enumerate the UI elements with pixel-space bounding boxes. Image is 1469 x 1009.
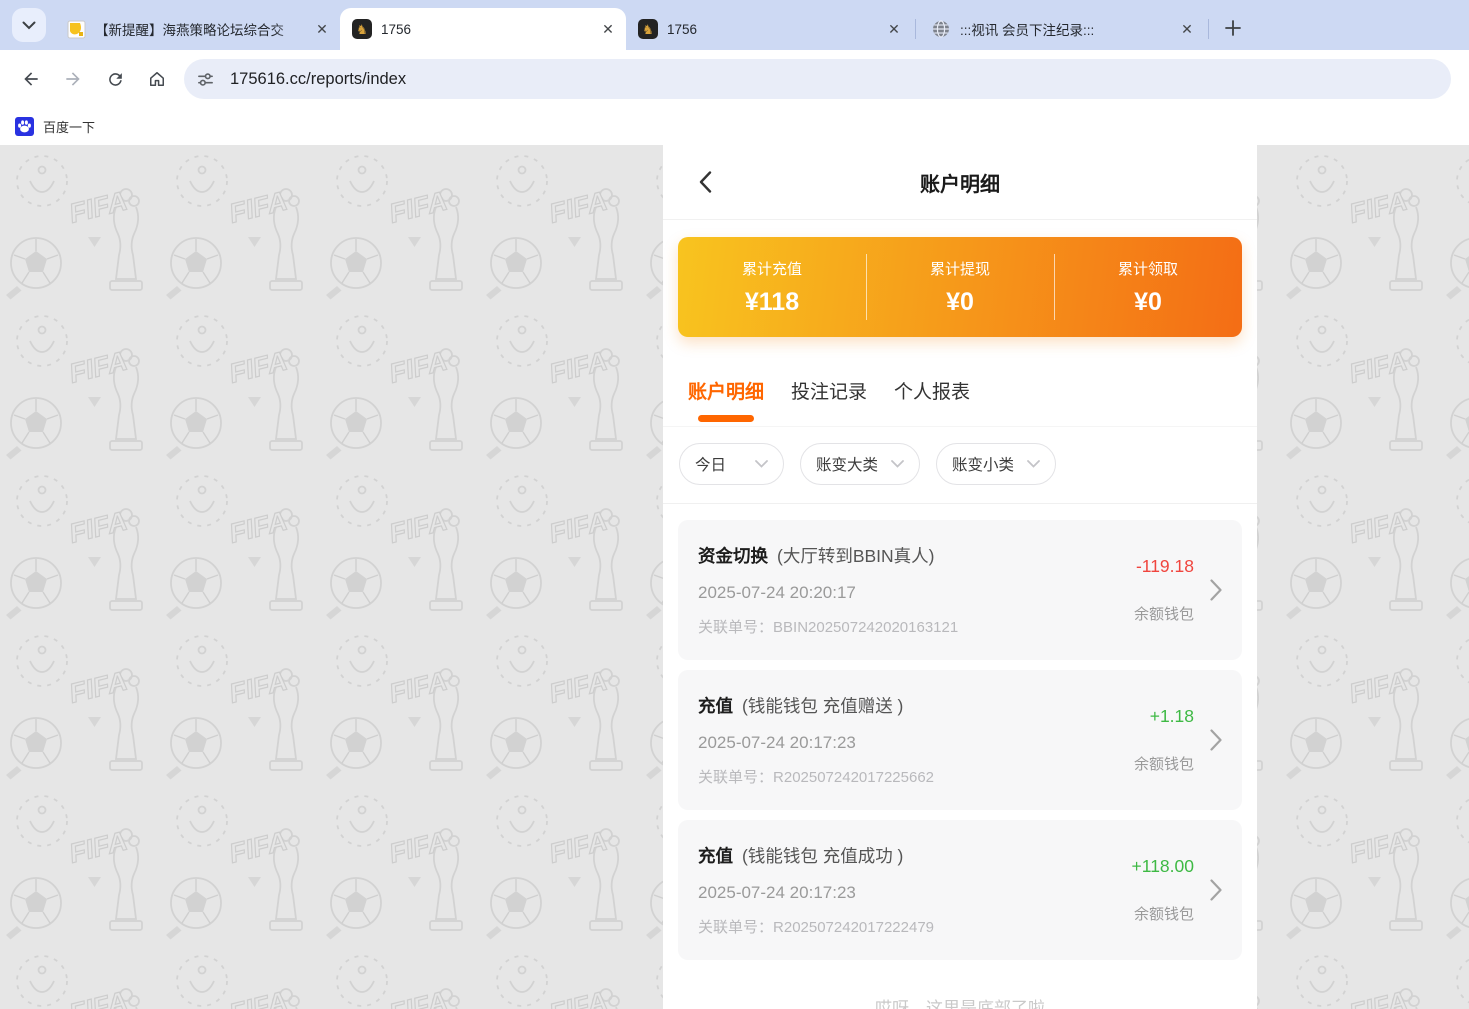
chevron-down-icon xyxy=(22,21,36,30)
browser-tab-4[interactable]: :::视讯 会员下注纪录::: ✕ xyxy=(919,8,1205,50)
forward-button[interactable] xyxy=(52,58,94,100)
page-back-button[interactable] xyxy=(691,145,720,219)
transaction-order-no: 关联单号：R202507242017225662 xyxy=(698,766,1134,787)
browser-tab-2-active[interactable]: ♞ 1756 ✕ xyxy=(340,8,626,50)
browser-tab-strip: 【新提醒】海燕策略论坛综合交 ✕ ♞ 1756 ✕ ♞ 1756 ✕ :::视讯… xyxy=(0,0,1469,50)
chevron-left-icon xyxy=(699,171,712,193)
transaction-amount: +118.00 xyxy=(1132,856,1194,877)
tab-title: 1756 xyxy=(381,22,589,37)
baidu-paw-icon xyxy=(14,117,34,137)
transaction-title: 充值(钱能钱包 充值成功 ) xyxy=(698,843,1132,868)
tab-close-icon[interactable]: ✕ xyxy=(598,19,618,39)
list-end-message: 哎呀，这里是底部了啦 xyxy=(678,970,1242,1009)
transaction-time: 2025-07-24 20:17:23 xyxy=(698,733,1134,753)
transaction-order-no: 关联单号：R202507242017222479 xyxy=(698,916,1132,937)
tab-search-button[interactable] xyxy=(12,8,46,42)
tab-title: 1756 xyxy=(667,22,875,37)
home-icon xyxy=(147,69,167,89)
transaction-amount: +1.18 xyxy=(1150,706,1194,727)
section-tabs: 账户明细 投注记录 个人报表 xyxy=(663,337,1257,427)
filter-minor-category-dropdown[interactable]: 账变小类 xyxy=(936,443,1056,485)
active-tab-underline xyxy=(698,415,754,422)
chevron-right-icon xyxy=(1210,729,1222,751)
mail-yellow-icon xyxy=(66,19,86,39)
summary-total-deposit: 累计充值 ¥118 xyxy=(678,237,866,337)
transaction-amount: -119.18 xyxy=(1136,556,1194,577)
filter-row: 今日 账变大类 账变小类 xyxy=(663,427,1257,504)
summary-divider xyxy=(1054,254,1055,320)
tab-close-icon[interactable]: ✕ xyxy=(1177,19,1197,39)
wallet-label: 余额钱包 xyxy=(1134,603,1194,624)
svg-text:♞: ♞ xyxy=(356,22,368,37)
tab-separator xyxy=(915,19,916,39)
home-button[interactable] xyxy=(136,58,178,100)
forward-arrow-icon xyxy=(63,69,83,89)
tab-title: 【新提醒】海燕策略论坛综合交 xyxy=(95,19,303,39)
chevron-down-icon xyxy=(891,460,904,468)
summary-divider xyxy=(866,254,867,320)
summary-total-withdraw: 累计提现 ¥0 xyxy=(866,237,1054,337)
summary-card: 累计充值 ¥118 累计提现 ¥0 累计领取 ¥0 xyxy=(678,237,1242,337)
transaction-order-no: 关联单号：BBIN202507242020163121 xyxy=(698,616,1134,637)
transaction-title: 资金切换(大厅转到BBIN真人) xyxy=(698,543,1134,568)
wallet-label: 余额钱包 xyxy=(1134,753,1194,774)
reload-icon xyxy=(106,70,125,89)
chevron-right-icon xyxy=(1210,579,1222,601)
transaction-row[interactable]: 资金切换(大厅转到BBIN真人) 2025-07-24 20:20:17 关联单… xyxy=(678,520,1242,660)
bookmark-baidu[interactable]: 百度一下 xyxy=(43,117,95,136)
globe-icon xyxy=(931,19,951,39)
tab-close-icon[interactable]: ✕ xyxy=(312,19,332,39)
gold-emblem-icon: ♞ xyxy=(638,19,658,39)
bookmarks-bar: 百度一下 xyxy=(0,108,1469,145)
filter-major-category-dropdown[interactable]: 账变大类 xyxy=(800,443,920,485)
summary-total-claimed: 累计领取 ¥0 xyxy=(1054,237,1242,337)
back-arrow-icon xyxy=(21,69,41,89)
transaction-row[interactable]: 充值(钱能钱包 充值成功 ) 2025-07-24 20:17:23 关联单号：… xyxy=(678,820,1242,960)
browser-tab-1[interactable]: 【新提醒】海燕策略论坛综合交 ✕ xyxy=(54,8,340,50)
panel-header: 账户明细 xyxy=(663,145,1257,220)
new-tab-button[interactable] xyxy=(1218,13,1248,43)
chevron-right-icon xyxy=(1210,879,1222,901)
tab-account-detail[interactable]: 账户明细 xyxy=(688,377,764,422)
wallet-label: 余额钱包 xyxy=(1134,903,1194,924)
browser-tab-3[interactable]: ♞ 1756 ✕ xyxy=(626,8,912,50)
svg-text:♞: ♞ xyxy=(642,22,654,37)
chevron-down-icon xyxy=(1027,460,1040,468)
address-bar[interactable]: 175616.cc/reports/index xyxy=(184,59,1451,99)
plus-icon xyxy=(1225,20,1241,36)
transaction-time: 2025-07-24 20:20:17 xyxy=(698,583,1134,603)
tab-separator xyxy=(1208,19,1209,39)
filter-date-dropdown[interactable]: 今日 xyxy=(679,443,784,485)
page-background: FIFA 账户明细 累计充值 ¥118 累计提现 ¥0 累计领取 xyxy=(0,145,1469,1009)
tab-personal-report[interactable]: 个人报表 xyxy=(894,377,970,422)
transaction-list: 资金切换(大厅转到BBIN真人) 2025-07-24 20:20:17 关联单… xyxy=(663,504,1257,1009)
page-title: 账户明细 xyxy=(920,168,1000,197)
reload-button[interactable] xyxy=(94,58,136,100)
site-info-icon[interactable] xyxy=(190,64,220,94)
tab-close-icon[interactable]: ✕ xyxy=(884,19,904,39)
back-button[interactable] xyxy=(10,58,52,100)
url-text: 175616.cc/reports/index xyxy=(230,70,406,89)
transaction-time: 2025-07-24 20:17:23 xyxy=(698,883,1132,903)
tab-bet-records[interactable]: 投注记录 xyxy=(791,377,867,422)
account-detail-panel: 账户明细 累计充值 ¥118 累计提现 ¥0 累计领取 ¥0 账户明细 投 xyxy=(663,145,1257,1009)
gold-emblem-icon: ♞ xyxy=(352,19,372,39)
browser-toolbar-area: 175616.cc/reports/index 百度一下 xyxy=(0,50,1469,145)
chevron-down-icon xyxy=(755,460,768,468)
navigation-toolbar: 175616.cc/reports/index xyxy=(0,50,1469,108)
transaction-title: 充值(钱能钱包 充值赠送 ) xyxy=(698,693,1134,718)
tab-title: :::视讯 会员下注纪录::: xyxy=(960,19,1168,39)
transaction-row[interactable]: 充值(钱能钱包 充值赠送 ) 2025-07-24 20:17:23 关联单号：… xyxy=(678,670,1242,810)
